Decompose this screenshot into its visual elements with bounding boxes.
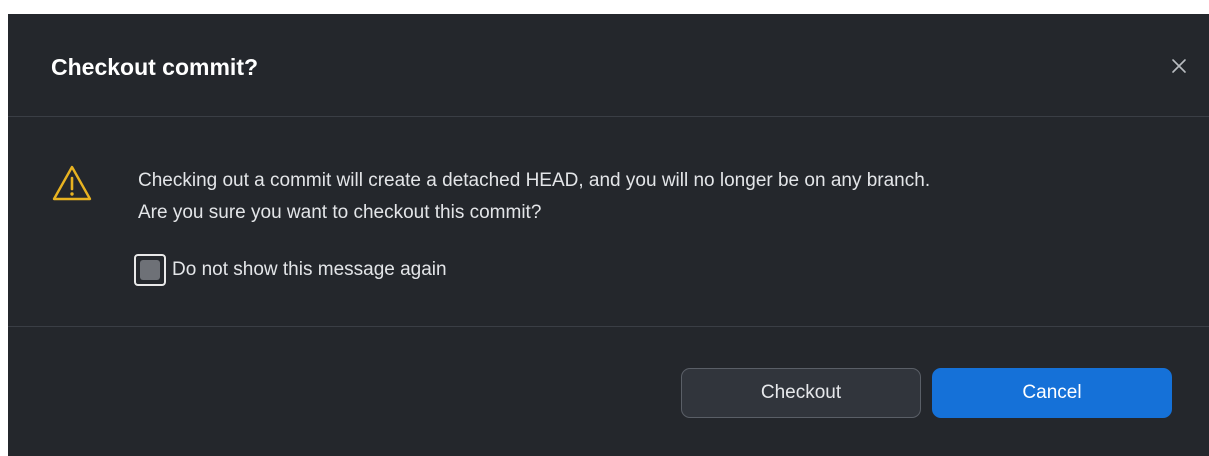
dialog-body: Checking out a commit will create a deta… bbox=[8, 117, 1209, 327]
dialog-title: Checkout commit? bbox=[51, 54, 259, 80]
message-line-2: Are you sure you want to checkout this c… bbox=[138, 202, 542, 223]
checkout-button[interactable]: Checkout bbox=[681, 368, 921, 418]
do-not-show-again-checkbox[interactable] bbox=[134, 254, 166, 286]
warning-triangle-icon bbox=[52, 165, 92, 201]
dialog-header: Checkout commit? bbox=[8, 14, 1209, 117]
checkout-commit-dialog: Checkout commit? Checking out a commit w… bbox=[8, 14, 1209, 456]
close-button[interactable] bbox=[1167, 54, 1191, 78]
checkbox-fill bbox=[140, 260, 160, 280]
cancel-button[interactable]: Cancel bbox=[932, 368, 1172, 418]
dialog-footer: Checkout Cancel bbox=[8, 327, 1209, 455]
close-icon bbox=[1172, 59, 1186, 73]
dialog-message: Checking out a commit will create a deta… bbox=[138, 165, 930, 229]
do-not-show-again-label[interactable]: Do not show this message again bbox=[172, 259, 447, 281]
do-not-show-again-row[interactable]: Do not show this message again bbox=[134, 254, 447, 286]
message-line-1: Checking out a commit will create a deta… bbox=[138, 170, 931, 191]
